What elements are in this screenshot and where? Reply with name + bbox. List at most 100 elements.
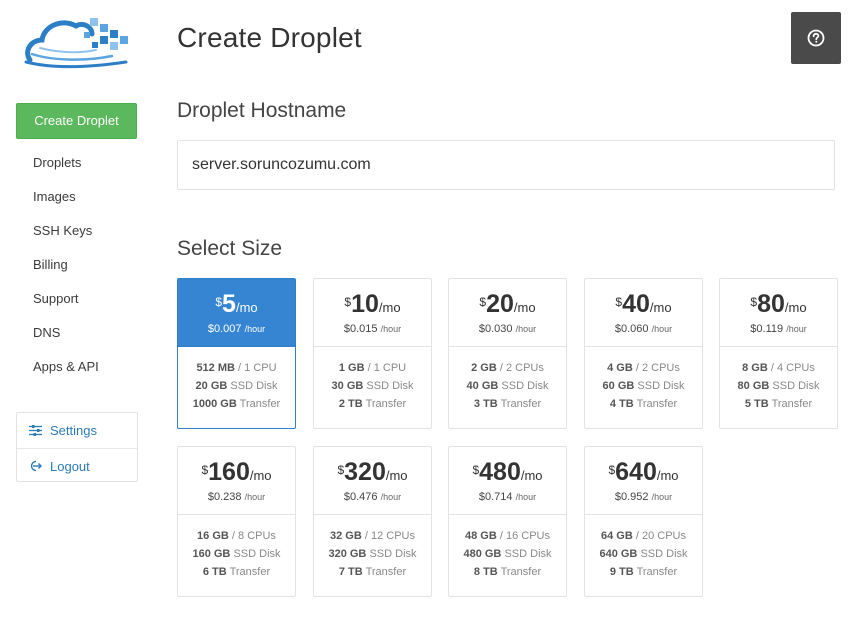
- monthly-price: $40/mo: [585, 291, 702, 321]
- hostname-section-title: Droplet Hostname: [177, 99, 347, 122]
- size-option-10[interactable]: $10/mo $0.015 /hour 1 GB / 1 CPU 30 GB SSD …: [313, 278, 432, 429]
- logout-link[interactable]: Logout: [17, 448, 137, 483]
- spec-disk: 160 GB: [192, 548, 231, 560]
- spec-transfer-row: 9 TB Transfer: [585, 563, 702, 581]
- per-hour-unit: /hour: [244, 324, 266, 334]
- spec-ram: 16 GB: [197, 530, 229, 542]
- spec-transfer-row: 7 TB Transfer: [314, 563, 431, 581]
- spec-transfer-label: Transfer: [500, 398, 542, 410]
- settings-link[interactable]: Settings: [17, 413, 137, 448]
- spec-transfer-label: Transfer: [500, 566, 542, 578]
- hourly-price: $0.952 /hour: [585, 491, 702, 503]
- size-price-block: $20/mo $0.030 /hour: [449, 279, 566, 347]
- page-title: Create Droplet: [177, 22, 362, 53]
- price-amount: 80: [757, 290, 785, 318]
- spec-cpus: 4: [776, 362, 784, 374]
- per-hour-unit: /hour: [380, 324, 402, 334]
- spec-disk-label: SSD Disk: [230, 380, 278, 392]
- per-month-unit: /mo: [235, 300, 258, 315]
- spec-disk: 80 GB: [737, 380, 770, 392]
- size-option-5[interactable]: $5/mo $0.007 /hour 512 MB / 1 CPU 20 GB SSD…: [177, 278, 296, 429]
- per-month-unit: /mo: [385, 468, 408, 483]
- size-option-320[interactable]: $320/mo $0.476 /hour 32 GB / 12 CPUs 320 GB…: [313, 446, 432, 597]
- spec-cpus: 1: [244, 362, 251, 374]
- spec-transfer-row: 1000 GB Transfer: [178, 395, 295, 413]
- spec-disk-row: 80 GB SSD Disk: [720, 377, 837, 395]
- size-option-80[interactable]: $80/mo $0.119 /hour 8 GB / 4 CPUs 80 GB SSD…: [719, 278, 838, 429]
- sidebar-nav: Droplets Images SSH Keys Billing Support…: [16, 146, 138, 384]
- spec-disk-label: SSD Disk: [233, 548, 281, 560]
- spec-disk-label: SSD Disk: [637, 380, 685, 392]
- spec-transfer-row: 3 TB Transfer: [449, 395, 566, 413]
- sidebar-item-support[interactable]: Support: [16, 282, 138, 316]
- per-month-unit: /mo: [249, 468, 272, 483]
- size-option-160[interactable]: $160/mo $0.238 /hour 16 GB / 8 CPUs 160 GB …: [177, 446, 296, 597]
- spec-transfer: 6 TB: [202, 566, 227, 578]
- monthly-price: $20/mo: [449, 291, 566, 321]
- sidebar-item-images[interactable]: Images: [16, 180, 138, 214]
- hourly-amount: $0.238: [207, 491, 242, 503]
- hostname-input[interactable]: [177, 140, 835, 190]
- spec-disk-row: 160 GB SSD Disk: [178, 545, 295, 563]
- spec-disk-label: SSD Disk: [504, 548, 552, 560]
- spec-cpu-word: CPUs: [247, 530, 276, 542]
- size-specs: 8 GB / 4 CPUs 80 GB SSD Disk 5 TB Transfer: [720, 347, 837, 413]
- spec-ram: 8 GB: [742, 362, 768, 374]
- price-amount: 20: [486, 290, 514, 318]
- monthly-price: $640/mo: [585, 459, 702, 489]
- price-amount: 320: [344, 458, 386, 486]
- spec-ram: 512 MB: [196, 362, 235, 374]
- price-amount: 5: [222, 290, 236, 318]
- currency-symbol: $: [215, 295, 223, 309]
- size-specs: 48 GB / 16 CPUs 480 GB SSD Disk 8 TB Trans…: [449, 515, 566, 581]
- create-droplet-button[interactable]: Create Droplet: [16, 103, 137, 139]
- sidebar-item-dns[interactable]: DNS: [16, 316, 138, 350]
- price-amount: 40: [622, 290, 650, 318]
- spec-cpus: 2: [641, 362, 649, 374]
- spec-ram-cpu: 512 MB / 1 CPU: [196, 362, 277, 374]
- sidebar-item-droplets[interactable]: Droplets: [16, 146, 138, 180]
- sidebar-item-apps-api[interactable]: Apps & API: [16, 350, 138, 384]
- logout-label: Logout: [50, 458, 90, 474]
- currency-symbol: $: [472, 463, 480, 477]
- size-option-20[interactable]: $20/mo $0.030 /hour 2 GB / 2 CPUs 40 GB SSD…: [448, 278, 567, 429]
- sidebar-item-ssh-keys[interactable]: SSH Keys: [16, 214, 138, 248]
- spec-ram-cpu: 4 GB / 2 CPUs: [607, 362, 680, 374]
- monthly-price: $320/mo: [314, 459, 431, 489]
- spec-disk: 480 GB: [463, 548, 502, 560]
- size-price-block: $10/mo $0.015 /hour: [314, 279, 431, 347]
- currency-symbol: $: [615, 295, 623, 309]
- help-button[interactable]: [791, 12, 841, 64]
- size-option-480[interactable]: $480/mo $0.714 /hour 48 GB / 16 CPUs 480 GB…: [448, 446, 567, 597]
- per-hour-unit: /hour: [786, 324, 807, 334]
- hourly-amount: $0.476: [343, 491, 378, 503]
- settings-label: Settings: [50, 423, 97, 438]
- spec-ram-cpu: 8 GB / 4 CPUs: [742, 362, 815, 374]
- monthly-price: $480/mo: [449, 459, 566, 489]
- per-month-unit: /mo: [784, 300, 807, 315]
- sidebar-item-billing[interactable]: Billing: [16, 248, 138, 282]
- spec-disk-row: 320 GB SSD Disk: [314, 545, 431, 563]
- size-specs: 512 MB / 1 CPU 20 GB SSD Disk 1000 GB Tran…: [178, 347, 295, 413]
- per-month-unit: /mo: [649, 300, 672, 315]
- spec-transfer-label: Transfer: [636, 398, 678, 410]
- per-month-unit: /mo: [513, 300, 536, 315]
- spec-disk-label: SSD Disk: [772, 380, 820, 392]
- size-price-block: $40/mo $0.060 /hour: [585, 279, 702, 347]
- spec-transfer: 1000 GB: [192, 398, 237, 410]
- spec-disk-label: SSD Disk: [369, 548, 417, 560]
- size-option-640[interactable]: $640/mo $0.952 /hour 64 GB / 20 CPUs 640 GB…: [584, 446, 703, 597]
- per-month-unit: /mo: [656, 468, 679, 483]
- hourly-amount: $0.119: [750, 323, 784, 335]
- spec-ram-cpu: 48 GB / 16 CPUs: [464, 530, 550, 542]
- spec-transfer-label: Transfer: [239, 398, 281, 410]
- monthly-price: $5/mo: [178, 291, 295, 321]
- size-specs: 16 GB / 8 CPUs 160 GB SSD Disk 6 TB Transf…: [178, 515, 295, 581]
- size-specs: 64 GB / 20 CPUs 640 GB SSD Disk 9 TB Trans…: [585, 515, 702, 581]
- size-price-block: $80/mo $0.119 /hour: [720, 279, 837, 347]
- size-price-block: $480/mo $0.714 /hour: [449, 447, 566, 515]
- hourly-amount: $0.007: [207, 323, 242, 335]
- size-option-40[interactable]: $40/mo $0.060 /hour 4 GB / 2 CPUs 60 GB SSD…: [584, 278, 703, 429]
- spec-cpus: 20: [641, 530, 655, 542]
- currency-symbol: $: [344, 295, 352, 309]
